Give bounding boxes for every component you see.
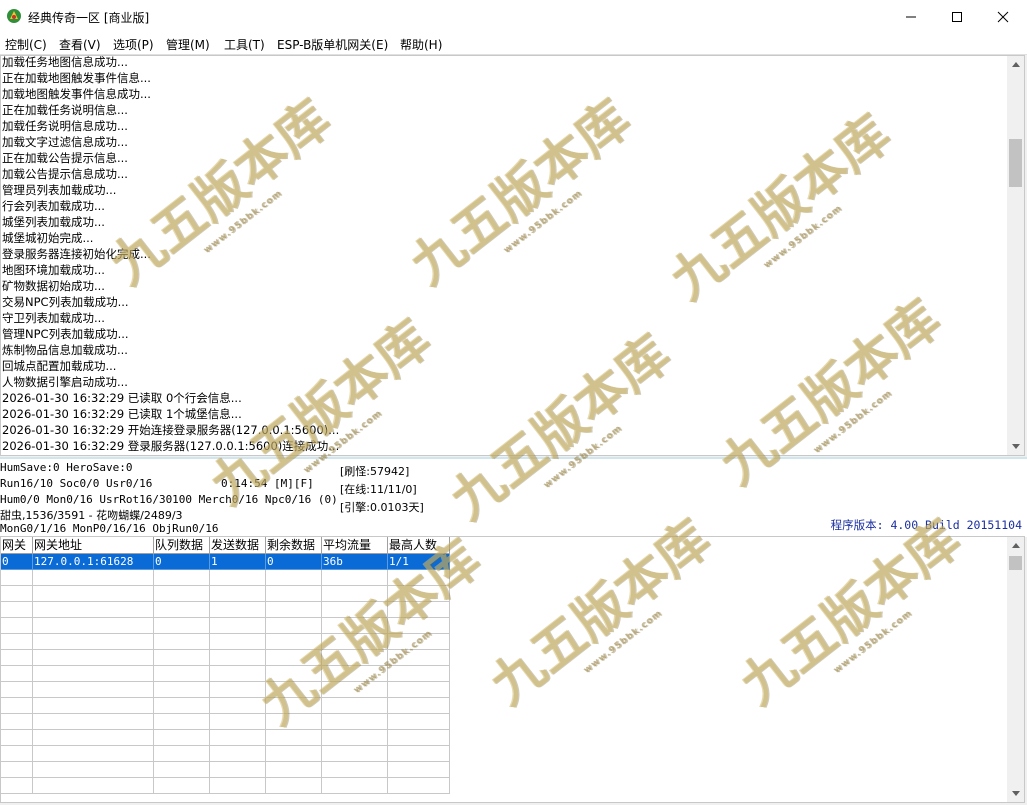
log-list: 加载任务地图信息成功... 正在加载地图触发事件信息... 加载地图触发事件信息… <box>2 55 1002 454</box>
log-line: 加载任务地图信息成功... <box>2 55 128 69</box>
col-remaining[interactable]: 剩余数据 <box>266 537 322 554</box>
col-traffic[interactable]: 平均流量 <box>322 537 388 554</box>
status-run: Run16/10 Soc0/0 Usr0/16 <box>0 477 153 490</box>
grid-rows: 0 127.0.0.1:61628 0 1 0 36b 1/1 <box>1 554 450 794</box>
cell-traffic: 36b <box>322 554 388 570</box>
log-line: 城堡列表加载成功... <box>2 215 105 229</box>
log-line: 2026-01-30 16:32:29 已读取 1个城堡信息... <box>2 407 242 421</box>
grid-scrollbar[interactable] <box>1007 537 1024 802</box>
version-label: 程序版本: 4.00 Build 20151104 <box>830 518 1022 532</box>
log-line: 炼制物品信息加载成功... <box>2 343 128 357</box>
app-icon <box>7 9 21 23</box>
window-title: 经典传奇一区 [商业版] <box>28 11 150 25</box>
log-line: 2026-01-30 16:32:29 开始连接登录服务器(127.0.0.1:… <box>2 423 340 437</box>
grid-scroll-thumb[interactable] <box>1009 556 1022 570</box>
log-line: 加载任务说明信息成功... <box>2 119 128 133</box>
menu-options[interactable]: 选项(P) <box>113 36 154 53</box>
col-gateway[interactable]: 网关 <box>1 537 33 554</box>
menu-view[interactable]: 查看(V) <box>59 36 101 53</box>
log-line: 管理员列表加载成功... <box>2 183 117 197</box>
log-line: 加载地图触发事件信息成功... <box>2 87 151 101</box>
log-line: 正在加载任务说明信息... <box>2 103 128 117</box>
title-bar: 经典传奇一区 [商业版] <box>0 0 1027 34</box>
menu-control[interactable]: 控制(C) <box>5 36 47 53</box>
status-hum: Hum0/0 Mon0/16 UsrRot16/30100 Merch0/16 … <box>0 493 338 506</box>
col-sent[interactable]: 发送数据 <box>210 537 266 554</box>
scroll-up-icon[interactable] <box>1007 56 1024 73</box>
log-line: 人物数据引擎启动成功... <box>2 375 128 389</box>
menu-manage[interactable]: 管理(M) <box>166 36 210 53</box>
log-line: 地图环境加载成功... <box>2 263 105 277</box>
maximize-button[interactable] <box>934 0 980 34</box>
cell-address: 127.0.0.1:61628 <box>33 554 154 570</box>
log-line: 城堡城初始完成... <box>2 231 94 245</box>
cell-queue: 0 <box>154 554 210 570</box>
menu-tools[interactable]: 工具(T) <box>224 36 265 53</box>
log-line: 加载文字过滤信息成功... <box>2 135 128 149</box>
cell-sent: 1 <box>210 554 266 570</box>
log-line: 2026-01-30 16:32:29 已读取 0个行会信息... <box>2 391 242 405</box>
log-line: 2026-01-30 16:32:29 登录服务器(127.0.0.1:5600… <box>2 439 340 453</box>
col-max-users[interactable]: 最高人数 <box>388 537 450 554</box>
status-online: [在线:11/11/0] <box>340 483 417 496</box>
grid-scroll-up-icon[interactable] <box>1007 537 1024 554</box>
col-address[interactable]: 网关地址 <box>33 537 154 554</box>
log-line: 守卫列表加载成功... <box>2 311 105 325</box>
cell-max-users: 1/1 <box>388 554 450 570</box>
grid-header: 网关 网关地址 队列数据 发送数据 剩余数据 平均流量 最高人数 <box>1 537 450 554</box>
cell-gateway: 0 <box>1 554 33 570</box>
menu-help[interactable]: 帮助(H) <box>400 36 442 53</box>
log-line: 登录服务器连接初始化完成... <box>2 247 151 261</box>
cell-remaining: 0 <box>266 554 322 570</box>
status-mong: MonG0/1/16 MonP0/16/16 ObjRun0/16 <box>0 522 219 535</box>
status-save: HumSave:0 HeroSave:0 <box>0 461 133 474</box>
log-line: 交易NPC列表加载成功... <box>2 295 129 309</box>
log-line: 正在加载地图触发事件信息... <box>2 71 151 85</box>
log-scrollbar[interactable] <box>1007 56 1024 455</box>
table-row[interactable]: 0 127.0.0.1:61628 0 1 0 36b 1/1 <box>1 554 450 570</box>
menu-gateway[interactable]: ESP-B版单机网关(E) <box>277 36 388 53</box>
log-line: 行会列表加载成功... <box>2 199 105 213</box>
gateway-grid[interactable]: 网关 网关地址 队列数据 发送数据 剩余数据 平均流量 最高人数 0 127.0… <box>0 536 1025 803</box>
log-line: 矿物数据初始成功... <box>2 279 105 293</box>
status-engine: [引擎:0.0103天] <box>340 501 424 514</box>
status-panel: HumSave:0 HeroSave:0 Run16/10 Soc0/0 Usr… <box>0 457 1027 537</box>
close-button[interactable] <box>980 0 1026 34</box>
menu-bar: 控制(C) 查看(V) 选项(P) 管理(M) 工具(T) ESP-B版单机网关… <box>0 34 1027 55</box>
log-panel[interactable]: 加载任务地图信息成功... 正在加载地图触发事件信息... 加载地图触发事件信息… <box>0 55 1025 456</box>
col-queue[interactable]: 队列数据 <box>154 537 210 554</box>
minimize-button[interactable] <box>888 0 934 34</box>
log-scroll-thumb[interactable] <box>1009 139 1022 187</box>
status-refresh: [刷怪:57942] <box>340 465 410 478</box>
scroll-down-icon[interactable] <box>1007 438 1024 455</box>
status-timer: 0:14:54 [M][F] <box>221 477 314 490</box>
log-line: 正在加载公告提示信息... <box>2 151 128 165</box>
log-line: 加载公告提示信息成功... <box>2 167 128 181</box>
grid-scroll-down-icon[interactable] <box>1007 785 1024 802</box>
log-line: 回城点配置加载成功... <box>2 359 117 373</box>
status-monster: 甜虫,1536/3591 - 花吻蝴蝶/2489/3 <box>0 509 183 522</box>
log-line: 管理NPC列表加载成功... <box>2 327 129 341</box>
